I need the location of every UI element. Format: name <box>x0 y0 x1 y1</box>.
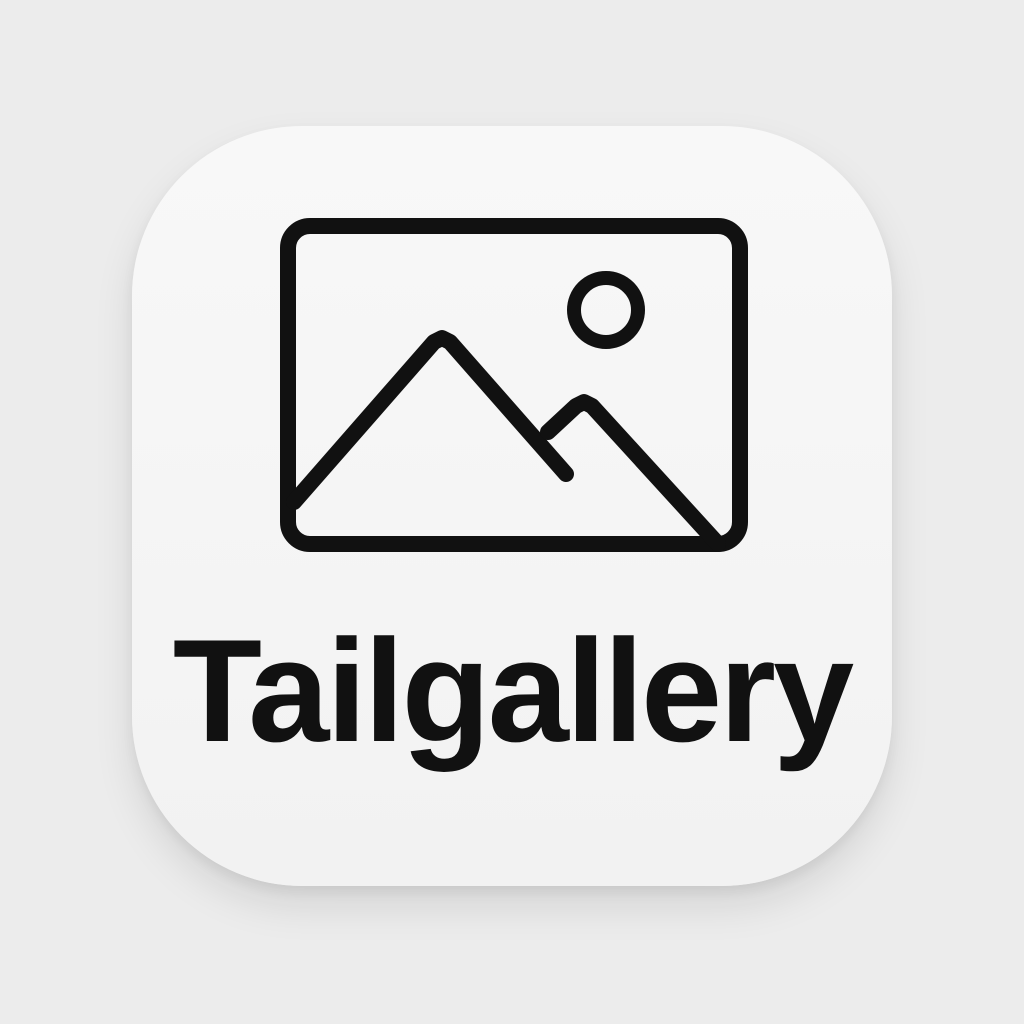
sun-circle <box>567 271 645 349</box>
image-icon <box>280 218 748 552</box>
app-icon-tile[interactable]: Tailgallery <box>132 126 892 886</box>
app-name: Tailgallery <box>172 609 854 772</box>
mountain-large <box>286 330 574 510</box>
